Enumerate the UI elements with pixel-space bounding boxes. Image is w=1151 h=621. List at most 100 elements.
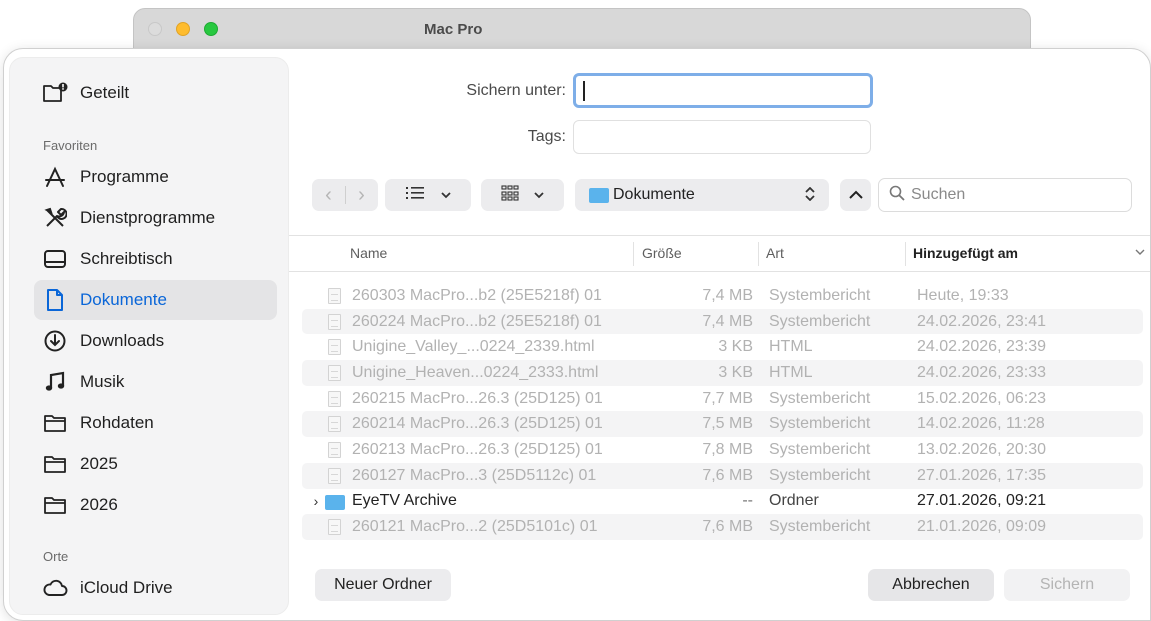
forward-button[interactable]: › [345, 184, 378, 207]
screen: Mac Pro Geteilt Favoriten Programme Dien… [0, 0, 1151, 621]
sidebar-item-label: Musik [80, 372, 125, 391]
tags-input[interactable] [573, 120, 871, 154]
file-size: 3 KB [718, 338, 753, 356]
download-icon [42, 328, 68, 354]
column-divider[interactable] [633, 242, 634, 266]
file-size: 7,6 MB [702, 466, 753, 484]
file-size: 7,5 MB [702, 415, 753, 433]
table-row[interactable]: Unigine_Valley_...0224_2339.html 3 KB HT… [302, 334, 1143, 360]
document-icon [42, 287, 68, 313]
sidebar-item-2025[interactable]: 2025 [34, 444, 277, 484]
file-kind: HTML [769, 363, 813, 381]
applications-icon [42, 164, 68, 190]
column-header-name[interactable]: Name [350, 245, 387, 261]
column-header-kind[interactable]: Art [766, 245, 784, 261]
sidebar-item-dokumente[interactable]: Dokumente [34, 280, 277, 320]
file-kind: Systembericht [769, 389, 871, 407]
list-view-button[interactable] [385, 179, 471, 211]
sidebar: Geteilt Favoriten Programme Dienstprogra… [9, 57, 289, 615]
expand-collapse-button[interactable] [840, 179, 871, 211]
sidebar-item-musik[interactable]: Musik [34, 362, 277, 402]
table-row[interactable]: 260215 MacPro...26.3 (25D125) 01 7,7 MB … [302, 386, 1143, 412]
grid-view-icon [501, 184, 519, 206]
table-row-folder[interactable]: › EyeTV Archive -- Ordner 27.01.2026, 09… [302, 489, 1143, 515]
shared-folder-icon [42, 80, 68, 106]
document-icon [328, 313, 341, 330]
document-icon [328, 416, 341, 433]
file-date-added: 24.02.2026, 23:41 [917, 312, 1047, 330]
document-icon [328, 365, 341, 382]
new-folder-button[interactable]: Neuer Ordner [315, 569, 451, 601]
location-label: Dokumente [613, 186, 695, 203]
column-header-date-added[interactable]: Hinzugefügt am [913, 245, 1018, 261]
group-view-button[interactable] [481, 179, 564, 211]
sidebar-item-label: Programme [80, 167, 169, 186]
table-row[interactable]: 260121 MacPro...2 (25D5101c) 01 7,6 MB S… [302, 514, 1143, 540]
file-name: Unigine_Heaven...0224_2333.html [352, 363, 599, 381]
sidebar-item-rohdaten[interactable]: Rohdaten [34, 403, 277, 443]
disclosure-triangle-icon[interactable]: › [310, 493, 322, 509]
sidebar-item-label: Dienstprogramme [80, 208, 216, 227]
folder-icon [42, 451, 68, 477]
table-row[interactable]: 260303 MacPro...b2 (25E5218f) 01 7,4 MB … [302, 283, 1143, 309]
file-date-added: 27.01.2026, 17:35 [917, 466, 1047, 484]
sidebar-item-schreibtisch[interactable]: Schreibtisch [34, 239, 277, 279]
tags-label: Tags: [527, 128, 566, 145]
column-divider[interactable] [758, 242, 759, 266]
file-name: 260121 MacPro...2 (25D5101c) 01 [352, 518, 598, 536]
file-size: 7,4 MB [702, 286, 753, 304]
sidebar-item-downloads[interactable]: Downloads [34, 321, 277, 361]
desktop-icon [42, 246, 68, 272]
window-minimize-button[interactable] [176, 22, 190, 36]
location-popup[interactable]: Dokumente [575, 179, 829, 211]
back-button[interactable]: ‹ [312, 184, 345, 207]
file-kind: Systembericht [769, 415, 871, 433]
folder-icon [589, 187, 609, 203]
sidebar-item-programme[interactable]: Programme [34, 157, 277, 197]
sidebar-item-label: iCloud Drive [80, 578, 173, 597]
document-icon [328, 390, 341, 407]
file-date-added: 24.02.2026, 23:33 [917, 363, 1047, 381]
column-divider[interactable] [905, 242, 906, 266]
table-row[interactable]: 260214 MacPro...26.3 (25D125) 01 7,5 MB … [302, 411, 1143, 438]
sidebar-item-dienstprogramme[interactable]: Dienstprogramme [34, 198, 277, 238]
table-row[interactable]: 260213 MacPro...26.3 (25D125) 01 7,8 MB … [302, 437, 1143, 463]
sidebar-item-2026[interactable]: 2026 [34, 485, 277, 525]
window-close-button[interactable] [148, 22, 162, 36]
file-kind: HTML [769, 338, 813, 356]
file-size: 3 KB [718, 363, 753, 381]
sidebar-item-label: Rohdaten [80, 413, 154, 432]
file-date-added: 15.02.2026, 06:23 [917, 389, 1047, 407]
save-button[interactable]: Sichern [1004, 569, 1130, 601]
sidebar-item-label: Downloads [80, 331, 165, 350]
file-name: 260214 MacPro...26.3 (25D125) 01 [352, 415, 603, 433]
favorites-header: Favoriten [43, 138, 98, 153]
cancel-button[interactable]: Abbrechen [868, 569, 994, 601]
table-row[interactable]: 260127 MacPro...3 (25D5112c) 01 7,6 MB S… [302, 462, 1143, 489]
chevron-down-icon [534, 186, 544, 204]
file-name: Unigine_Valley_...0224_2339.html [352, 338, 595, 356]
file-date-added: 24.02.2026, 23:39 [917, 338, 1047, 356]
chevron-up-icon [848, 186, 863, 204]
sidebar-item-icloud-drive[interactable]: iCloud Drive [34, 568, 277, 608]
save-as-input[interactable] [573, 73, 873, 108]
window-zoom-button[interactable] [204, 22, 218, 36]
file-size: 7,6 MB [702, 518, 753, 536]
file-size: 7,4 MB [702, 312, 753, 330]
table-row[interactable]: 260224 MacPro...b2 (25E5218f) 01 7,4 MB … [302, 308, 1143, 335]
file-name: 260224 MacPro...b2 (25E5218f) 01 [352, 312, 602, 330]
document-icon [328, 339, 341, 356]
file-kind: Systembericht [769, 440, 871, 458]
places-header: Orte [43, 549, 69, 564]
search-field[interactable]: Suchen [878, 178, 1132, 212]
sidebar-item-label: 2025 [80, 454, 118, 473]
chevron-down-icon [440, 186, 451, 204]
sort-chevron-icon[interactable] [1135, 247, 1145, 259]
file-size: -- [742, 492, 753, 510]
table-row[interactable]: Unigine_Heaven...0224_2333.html 3 KB HTM… [302, 360, 1143, 386]
table-header: Name Größe Art Hinzugefügt am [289, 236, 1150, 272]
file-name: EyeTV Archive [352, 492, 457, 510]
sidebar-item-shared[interactable]: Geteilt [34, 73, 277, 113]
file-size: 7,7 MB [702, 389, 753, 407]
column-header-size[interactable]: Größe [642, 245, 682, 261]
